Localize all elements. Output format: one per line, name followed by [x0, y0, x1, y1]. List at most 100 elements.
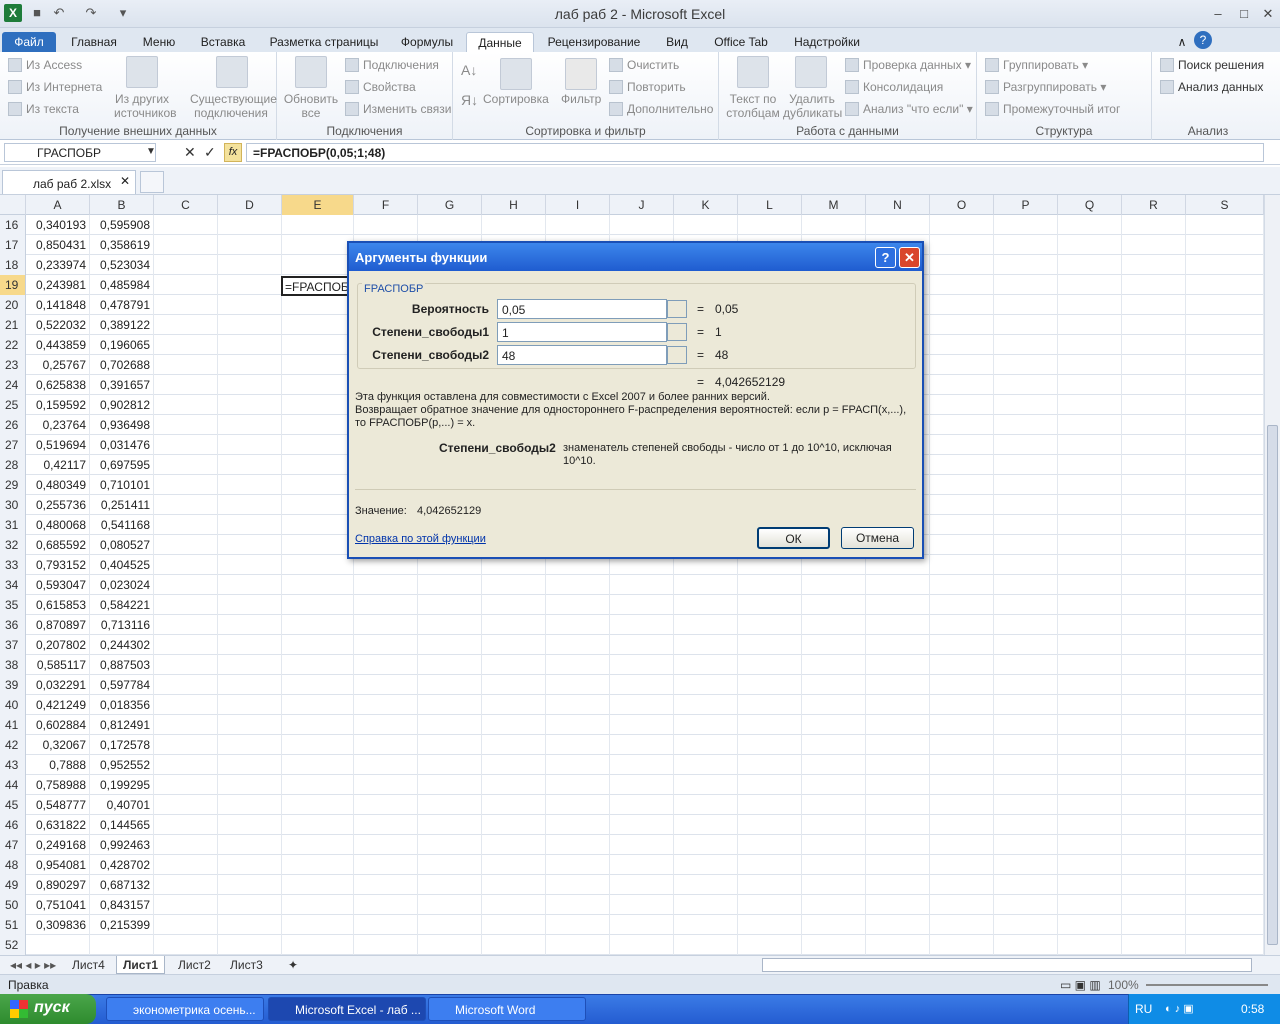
cell-b[interactable]: 0,702688 [90, 355, 154, 375]
cell-b[interactable]: 0,404525 [90, 555, 154, 575]
row-header[interactable]: 34 [0, 575, 26, 595]
sort-az-icon[interactable]: A↓ [461, 62, 477, 78]
cell-a[interactable]: 0,32067 [26, 735, 90, 755]
cell-a[interactable]: 0,340193 [26, 215, 90, 235]
cell-a[interactable]: 0,443859 [26, 335, 90, 355]
scroll-thumb[interactable] [1267, 425, 1278, 945]
column-header-l[interactable]: L [738, 195, 802, 215]
cell-b[interactable]: 0,144565 [90, 815, 154, 835]
cell-a[interactable]: 0,255736 [26, 495, 90, 515]
arg-input[interactable]: 0,05 [497, 299, 667, 319]
cell-b[interactable]: 0,196065 [90, 335, 154, 355]
cell-a[interactable]: 0,249168 [26, 835, 90, 855]
cancel-formula-icon[interactable]: ✕ [184, 144, 196, 161]
data-analysis-button[interactable]: Анализ данных [1160, 80, 1263, 94]
cell-a[interactable]: 0,585117 [26, 655, 90, 675]
enter-formula-icon[interactable]: ✓ [204, 144, 216, 161]
row-header[interactable]: 43 [0, 755, 26, 775]
solver-button[interactable]: Поиск решения [1160, 58, 1264, 72]
row-header[interactable]: 26 [0, 415, 26, 435]
zoom-slider[interactable] [1146, 984, 1268, 986]
row-header[interactable]: 28 [0, 455, 26, 475]
cell-a[interactable]: 0,850431 [26, 235, 90, 255]
sheet-tab[interactable]: Лист2 [172, 956, 217, 974]
row-header[interactable]: 27 [0, 435, 26, 455]
horizontal-scrollbar[interactable] [762, 958, 1252, 972]
group-button[interactable]: Группировать ▾ [985, 58, 1088, 72]
cell-b[interactable]: 0,172578 [90, 735, 154, 755]
cell-a[interactable]: 0,685592 [26, 535, 90, 555]
cell-b[interactable]: 0,843157 [90, 895, 154, 915]
help-icon[interactable]: ? [1194, 31, 1212, 49]
row-header[interactable]: 42 [0, 735, 26, 755]
cell-a[interactable]: 0,522032 [26, 315, 90, 335]
row-header[interactable]: 39 [0, 675, 26, 695]
what-if-button[interactable]: Анализ "что если" ▾ [845, 102, 973, 116]
sort-za-icon[interactable]: Я↓ [461, 92, 478, 108]
cell-a[interactable]: 0,480068 [26, 515, 90, 535]
row-header[interactable]: 30 [0, 495, 26, 515]
cell-a[interactable]: 0,793152 [26, 555, 90, 575]
cell-a[interactable]: 0,207802 [26, 635, 90, 655]
cell-b[interactable]: 0,031476 [90, 435, 154, 455]
row-header[interactable]: 49 [0, 875, 26, 895]
cell-a[interactable]: 0,890297 [26, 875, 90, 895]
new-tab-icon[interactable] [140, 171, 164, 193]
row-header[interactable]: 29 [0, 475, 26, 495]
tray-icons[interactable]: ◐ ♪ ▣ [1165, 1002, 1194, 1015]
column-header-k[interactable]: K [674, 195, 738, 215]
clear-button[interactable]: Очистить [609, 58, 679, 72]
column-header-a[interactable]: A [26, 195, 90, 215]
column-header-e[interactable]: E [282, 195, 354, 215]
collapse-dialog-icon[interactable] [667, 346, 687, 364]
tab-office-tab[interactable]: Office Tab [706, 32, 776, 52]
column-header-r[interactable]: R [1122, 195, 1186, 215]
ungroup-button[interactable]: Разгруппировать ▾ [985, 80, 1106, 94]
cell-a[interactable]: 0,548777 [26, 795, 90, 815]
vertical-scrollbar[interactable] [1264, 195, 1280, 955]
cancel-button[interactable]: Отмена [841, 527, 914, 549]
cell-a[interactable]: 0,309836 [26, 915, 90, 935]
tab-home[interactable]: Главная [64, 32, 124, 52]
column-header-i[interactable]: I [546, 195, 610, 215]
row-header[interactable]: 46 [0, 815, 26, 835]
cell-b[interactable]: 0,080527 [90, 535, 154, 555]
collapse-dialog-icon[interactable] [667, 300, 687, 318]
cell-a[interactable]: 0,631822 [26, 815, 90, 835]
row-header[interactable]: 50 [0, 895, 26, 915]
column-header-q[interactable]: Q [1058, 195, 1122, 215]
name-box-dropdown-icon[interactable]: ▼ [146, 146, 156, 157]
row-header[interactable]: 36 [0, 615, 26, 635]
insert-function-icon[interactable]: fx [224, 143, 242, 162]
cell-b[interactable]: 0,687132 [90, 875, 154, 895]
cell-b[interactable]: 0,812491 [90, 715, 154, 735]
refresh-all-button[interactable]: Обновить все [281, 92, 341, 120]
column-header-p[interactable]: P [994, 195, 1058, 215]
row-header[interactable]: 40 [0, 695, 26, 715]
data-validation-button[interactable]: Проверка данных ▾ [845, 58, 971, 72]
sheet-tab-active[interactable]: Лист1 [116, 956, 166, 974]
row-header[interactable]: 19 [0, 275, 26, 295]
select-all-corner[interactable] [0, 195, 26, 215]
row-header[interactable]: 45 [0, 795, 26, 815]
cell-a[interactable]: 0,7888 [26, 755, 90, 775]
cell-a[interactable]: 0,954081 [26, 855, 90, 875]
cell-b[interactable]: 0,952552 [90, 755, 154, 775]
language-indicator[interactable]: RU [1135, 1002, 1152, 1016]
column-header-g[interactable]: G [418, 195, 482, 215]
cell-a[interactable]: 0,243981 [26, 275, 90, 295]
cell-b[interactable]: 0,597784 [90, 675, 154, 695]
cell-b[interactable]: 0,584221 [90, 595, 154, 615]
dialog-title-bar[interactable]: Аргументы функции ? ✕ [349, 243, 922, 271]
cell-b[interactable]: 0,902812 [90, 395, 154, 415]
cell-a[interactable]: 0,141848 [26, 295, 90, 315]
tab-insert[interactable]: Вставка [194, 32, 252, 52]
column-header-s[interactable]: S [1186, 195, 1264, 215]
cell-a[interactable]: 0,625838 [26, 375, 90, 395]
from-web-button[interactable]: Из Интернета [8, 80, 102, 94]
cell-b[interactable]: 0,244302 [90, 635, 154, 655]
column-header-n[interactable]: N [866, 195, 930, 215]
insert-sheet-icon[interactable]: ✦ [282, 956, 304, 974]
tab-formulas[interactable]: Формулы [394, 32, 460, 52]
filter-button[interactable]: Фильтр [561, 92, 601, 106]
